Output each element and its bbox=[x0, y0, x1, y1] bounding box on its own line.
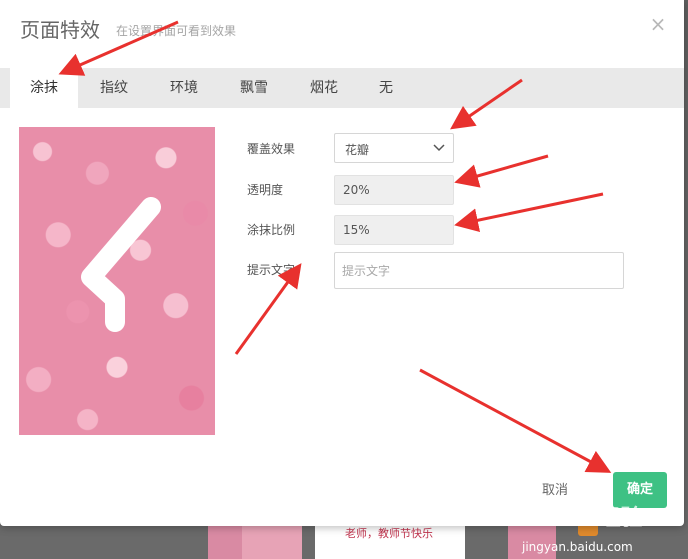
page-effects-dialog: 页面特效 在设置界面可看到效果 × 涂抹 指纹 环境 飘雪 烟花 无 覆盖效果 … bbox=[0, 0, 684, 526]
opacity-label: 透明度 bbox=[247, 183, 284, 197]
effect-tab-bar: 涂抹 指纹 环境 飘雪 烟花 无 bbox=[0, 68, 684, 108]
cover-effect-label: 覆盖效果 bbox=[247, 142, 296, 156]
tab-fingerprint[interactable]: 指纹 bbox=[82, 68, 146, 108]
close-icon[interactable]: × bbox=[646, 12, 670, 36]
hint-text-input[interactable] bbox=[334, 252, 624, 289]
scratch-stroke bbox=[81, 197, 161, 332]
dialog-header: 页面特效 在设置界面可看到效果 × bbox=[0, 0, 684, 58]
opacity-field[interactable]: 20% bbox=[334, 175, 454, 205]
watermark-logo: Baidu经验 bbox=[528, 506, 643, 531]
cover-effect-select[interactable]: 花瓣 bbox=[334, 133, 454, 163]
scratch-ratio-field[interactable]: 15% bbox=[334, 215, 454, 245]
chevron-down-icon bbox=[433, 144, 445, 152]
tab-environment[interactable]: 环境 bbox=[152, 68, 216, 108]
hint-text-label: 提示文字 bbox=[247, 263, 296, 277]
dialog-title: 页面特效 bbox=[20, 18, 100, 42]
tab-snow[interactable]: 飘雪 bbox=[222, 68, 286, 108]
background-card-text: 老师，教师节快乐 bbox=[345, 527, 433, 540]
watermark-url: jingyan.baidu.com bbox=[522, 540, 633, 554]
scratch-ratio-label: 涂抹比例 bbox=[247, 223, 296, 237]
cover-effect-value: 花瓣 bbox=[345, 143, 370, 157]
tab-scratch[interactable]: 涂抹 bbox=[10, 68, 78, 108]
effect-preview-image bbox=[19, 127, 215, 435]
tab-none[interactable]: 无 bbox=[356, 68, 416, 108]
tab-fireworks[interactable]: 烟花 bbox=[292, 68, 356, 108]
dialog-subtitle: 在设置界面可看到效果 bbox=[116, 24, 237, 38]
